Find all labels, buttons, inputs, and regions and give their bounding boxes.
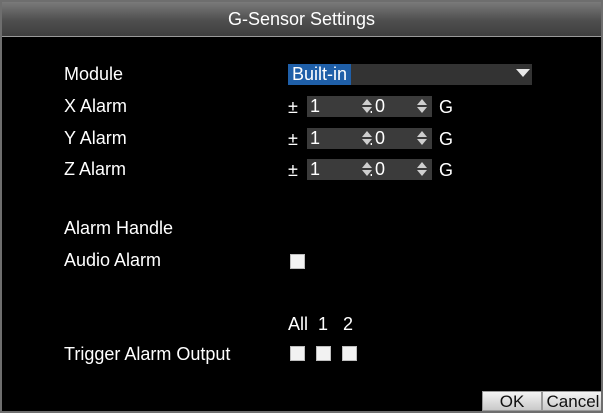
alarm-handle-heading: Alarm Handle (64, 218, 174, 238)
x-alarm-unit: G (439, 97, 454, 117)
spinner-arrows-icon[interactable] (417, 99, 427, 114)
x-alarm-sign: ± (288, 97, 298, 117)
title-bar: G-Sensor Settings (2, 2, 601, 37)
x-alarm-integer-spinner[interactable]: 1 (307, 96, 377, 117)
x-alarm-integer-value: 1 (310, 96, 321, 116)
cancel-button[interactable]: Cancel (542, 391, 601, 411)
y-alarm-sign: ± (288, 129, 298, 149)
trigger-column-2: 2 (343, 314, 354, 334)
z-alarm-integer-value: 1 (310, 159, 321, 179)
chevron-down-icon (516, 69, 530, 77)
z-alarm-fraction-spinner[interactable]: 0 (372, 159, 432, 180)
audio-alarm-label: Audio Alarm (64, 250, 162, 270)
z-alarm-unit: G (439, 160, 454, 180)
z-alarm-sign: ± (288, 160, 298, 180)
spinner-arrows-icon[interactable] (417, 162, 427, 177)
x-alarm-label: X Alarm (64, 96, 128, 116)
y-alarm-fraction-value: 0 (375, 128, 386, 148)
module-selected-value: Built-in (288, 64, 352, 85)
x-alarm-fraction-spinner[interactable]: 0 (372, 96, 432, 117)
z-alarm-fraction-value: 0 (375, 159, 386, 179)
trigger-column-all: All (288, 314, 309, 334)
audio-alarm-checkbox[interactable] (290, 254, 305, 269)
trigger-output-2-checkbox[interactable] (342, 346, 357, 361)
module-select[interactable]: Built-in (288, 64, 532, 85)
module-label: Module (64, 64, 124, 84)
trigger-alarm-output-label: Trigger Alarm Output (64, 344, 231, 364)
g-sensor-settings-dialog: G-Sensor Settings Module Built-in X Alar… (0, 0, 603, 413)
spinner-arrows-icon[interactable] (417, 131, 427, 146)
y-alarm-integer-spinner[interactable]: 1 (307, 128, 377, 149)
y-alarm-integer-value: 1 (310, 128, 321, 148)
ok-button[interactable]: OK (482, 391, 542, 411)
z-alarm-integer-spinner[interactable]: 1 (307, 159, 377, 180)
y-alarm-fraction-spinner[interactable]: 0 (372, 128, 432, 149)
y-alarm-label: Y Alarm (64, 128, 127, 148)
dialog-title: G-Sensor Settings (227, 9, 376, 29)
x-alarm-fraction-value: 0 (375, 96, 386, 116)
z-alarm-label: Z Alarm (64, 159, 127, 179)
trigger-all-checkbox[interactable] (290, 346, 305, 361)
trigger-column-1: 1 (318, 314, 329, 334)
trigger-output-1-checkbox[interactable] (316, 346, 331, 361)
y-alarm-unit: G (439, 129, 454, 149)
